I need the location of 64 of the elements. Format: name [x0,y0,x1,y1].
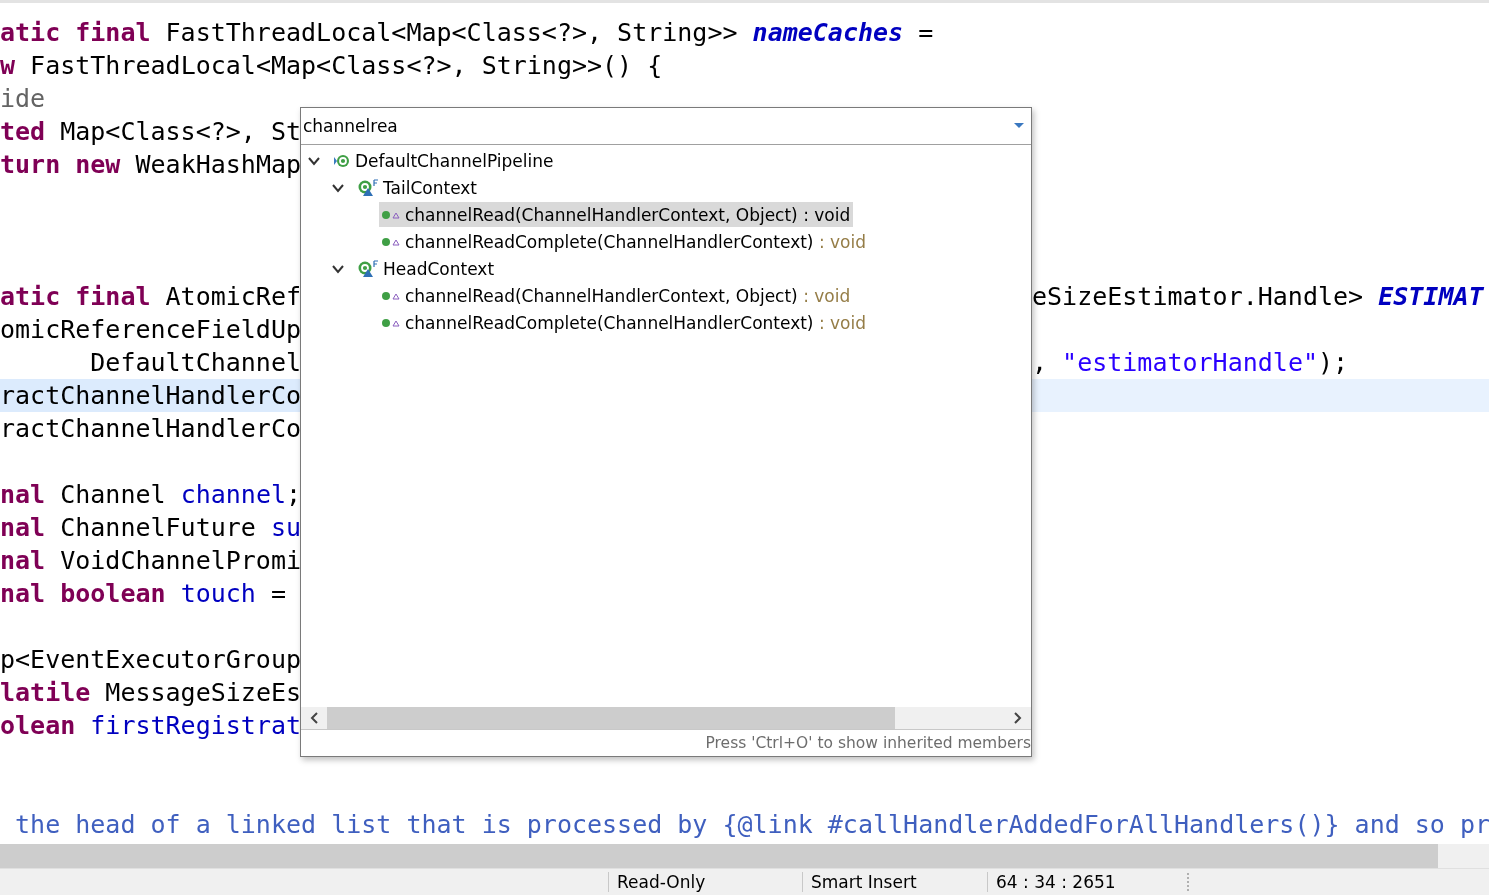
code-text: w [0,51,16,80]
code-text: ); [1318,348,1349,377]
outline-item[interactable]: TailContext [355,175,481,200]
dropdown-caret-icon[interactable] [1013,122,1025,130]
method-icon [381,290,401,301]
horizontal-scrollbar[interactable] [0,844,1489,868]
code-text: ChannelFuture [59,513,257,542]
code-text: AtomicRef [164,282,302,311]
code-text: FastThreadLocal<Map<Class<?>, String>>() { [29,51,663,80]
outline-item[interactable]: HeadContext [355,256,498,281]
code-text: ractChannelHandlerCo [0,381,302,410]
code-text: channel [180,480,286,509]
code-text: atic final [0,282,151,311]
code-text: atic final [0,18,151,47]
hint-text: Press 'Ctrl+O' to show inherited members [301,729,1031,756]
inner-class-icon [357,259,379,278]
outline-item[interactable]: channelRead(ChannelHandlerContext, Object) : void [379,283,854,308]
popup-scrollbar[interactable] [301,707,1031,729]
code-text: su [270,513,302,542]
code-text: latile [0,678,91,707]
status-field: Read-Only [608,872,802,892]
code-text: nal [0,546,46,575]
code-text: the head of a linked list that is processed by {@link #callHandlerAddedForAllHandlers()} and so pr [14,810,1489,839]
code-text: ; [286,480,302,509]
code-text: nal [0,513,46,542]
outline-item[interactable]: DefaultChannelPipeline [331,148,557,173]
code-text: VoidChannelPromi [59,546,302,575]
method-icon [381,209,401,220]
code-text: firstRegistrat [90,711,302,740]
code-text: ted [0,117,46,146]
code-text: WeakHashMap [134,150,302,179]
code-text: = [917,18,934,47]
code-text: FastThreadLocal<Map<Class<?>, String>> [164,18,739,47]
code-text: touch [180,579,256,608]
code-text: Channel [59,480,167,509]
code-text: ractChannelHandlerCo [0,414,302,443]
code-text: nal [0,480,46,509]
code-text: olean [0,711,77,740]
code-text: = [269,579,286,608]
outline-item[interactable]: channelReadComplete(ChannelHandlerContext) : void [379,229,870,254]
status-field: Smart Insert [802,872,987,892]
code-text: p<EventExecutorGroup [0,645,302,674]
code-text: nal boolean [0,579,167,608]
inner-class-icon [357,178,379,197]
code-text: , [1032,348,1049,377]
scroll-right-icon[interactable] [1013,711,1023,725]
outline-item[interactable]: channelRead(ChannelHandlerContext, Object) : void [379,202,854,227]
method-icon [381,236,401,247]
code-text: ide [0,84,46,113]
code-text: nameCaches [752,18,904,47]
code-text: DefaultChannel [89,348,302,377]
filter-field[interactable]: channelrea [303,116,1013,136]
code-text: "estimatorHandle" [1062,348,1318,377]
code-text: Map<Class<?>, St [59,117,302,146]
scroll-left-icon[interactable] [309,711,319,725]
class-icon [333,152,351,169]
status-field: 64 : 34 : 2651 [987,872,1187,892]
code-text: eSizeEstimator.Handle> [1032,282,1365,311]
outline-item[interactable]: channelReadComplete(ChannelHandlerContext) : void [379,310,870,335]
code-text: omicReferenceFieldUp [0,315,302,344]
code-text: turn new [0,150,121,179]
code-text: ESTIMAT [1378,282,1484,311]
method-icon [381,317,401,328]
code-text: MessageSizeEs [104,678,302,707]
